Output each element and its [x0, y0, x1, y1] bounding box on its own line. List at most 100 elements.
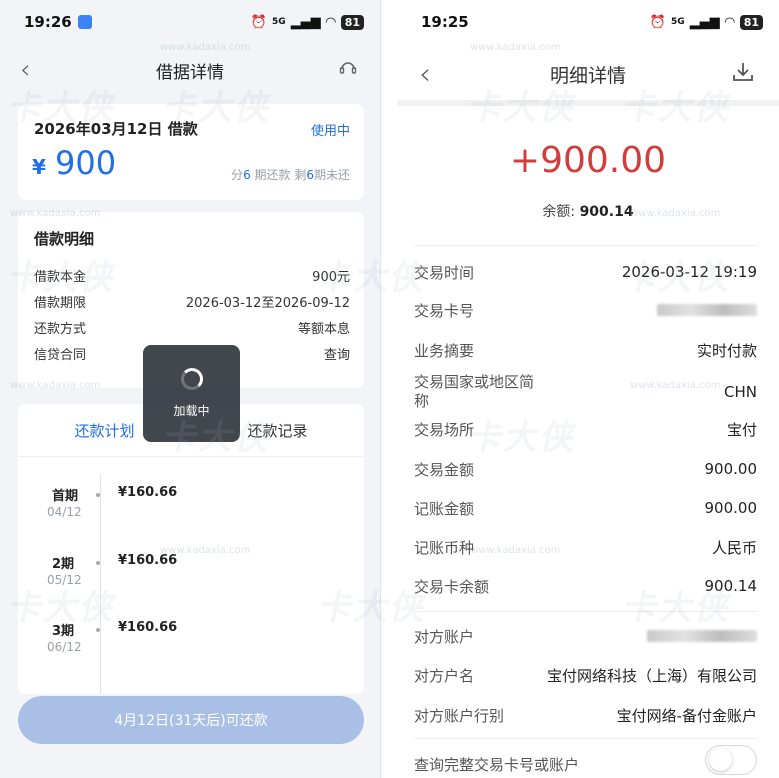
timeline-dot — [96, 628, 100, 632]
detail-row: 交易国家或地区简称 CHN — [414, 372, 757, 412]
masked-card-number — [657, 304, 757, 316]
installments-mid: 期还款 剩 — [250, 168, 307, 182]
tab-divider — [18, 456, 364, 457]
loan-detail-screen: 19:26 ⏰ 5G ▂▄▆ ◠ 81 ‹ 借据详情 2026年03月12日 借… — [0, 0, 381, 778]
detail-value: 900元 — [312, 269, 350, 285]
signal-icon: ▂▄▆ — [689, 14, 720, 30]
row-label: 业务摘要 — [414, 341, 475, 360]
row-label: 对方账户行别 — [414, 706, 505, 725]
loan-amount: ¥ 900 — [32, 144, 116, 182]
loan-summary-card: 2026年03月12日 借款 使用中 ¥ 900 分6 期还款 剩6期未还 — [18, 104, 364, 200]
plan-date: 04/12 — [47, 505, 82, 519]
row-value: 实时付款 — [696, 341, 757, 360]
alarm-icon: ⏰ — [250, 14, 268, 30]
signal-icon: ▂▄▆ — [290, 14, 321, 30]
plan-amount: ¥160.66 — [118, 553, 178, 568]
repay-button[interactable]: 4月12日(31天后)可还款 — [18, 696, 364, 744]
row-value: 宝付网络科技（上海）有限公司 — [546, 666, 757, 685]
detail-label: 借款期限 — [34, 295, 87, 311]
loading-spinner-icon — [180, 368, 203, 390]
detail-label: 借款本金 — [34, 269, 87, 285]
detail-row: 对方账户行别 宝付网络-备付金账户 — [414, 703, 757, 727]
loan-status-badge: 使用中 — [310, 124, 350, 139]
navigation-bar: ‹ 明细详情 — [397, 48, 779, 106]
status-time: 19:25 — [421, 13, 469, 31]
wifi-icon: ◠ — [724, 14, 735, 30]
loading-toast: 加载中 — [143, 345, 240, 442]
screenshot-stage: 19:26 ⏰ 5G ▂▄▆ ◠ 81 ‹ 借据详情 2026年03月12日 借… — [0, 0, 779, 778]
plan-item[interactable]: 3期 06/12 ¥160.66 — [32, 620, 352, 680]
download-icon[interactable] — [731, 60, 755, 89]
plan-date: 05/12 — [47, 573, 82, 587]
status-time: 19:26 — [24, 13, 72, 31]
plan-item[interactable]: 首期 04/12 ¥160.66 — [32, 485, 352, 545]
plan-period: 2期 — [52, 557, 75, 572]
row-value: 宝付 — [726, 420, 757, 439]
plan-amount: ¥160.66 — [118, 620, 178, 635]
back-chevron-icon[interactable]: ‹ — [20, 55, 30, 85]
battery-icon: 81 — [340, 14, 364, 30]
detail-row: 交易金额 900.00 — [414, 457, 757, 481]
row-value: 900.14 — [704, 577, 758, 595]
timeline-dot — [96, 561, 100, 565]
row-value: CHN — [724, 383, 757, 401]
transaction-amount: +900.00 — [509, 140, 667, 181]
detail-row: 借款本金 900元 — [34, 262, 350, 288]
row-label: 对方账户 — [414, 627, 475, 646]
page-title: 借据详情 — [156, 62, 224, 83]
detail-row: 交易卡号 — [414, 298, 757, 322]
row-label: 交易时间 — [414, 263, 475, 282]
plan-amount: ¥160.66 — [118, 485, 178, 500]
detail-row: 对方户名 宝付网络科技（上海）有限公司 — [414, 663, 757, 687]
row-label: 交易场所 — [414, 420, 475, 439]
transaction-detail-screen: 19:25 ⏰ 5G ▂▄▆ ◠ 81 ‹ 明细详情 +900.00 余额: 9… — [397, 0, 779, 778]
row-value: 人民币 — [711, 538, 757, 557]
detail-value: 等额本息 — [297, 321, 350, 337]
app-notification-icon — [77, 15, 92, 29]
detail-row: 记账金额 900.00 — [414, 496, 757, 520]
row-label: 查询完整交易卡号或账户 — [414, 755, 580, 774]
divider — [414, 738, 757, 739]
detail-value: 2026-03-12至2026-09-12 — [185, 295, 350, 311]
detail-row: 业务摘要 实时付款 — [414, 338, 757, 362]
show-full-account-toggle[interactable] — [705, 745, 757, 775]
installments-prefix: 分 — [231, 168, 244, 182]
row-label: 交易金额 — [414, 460, 475, 479]
detail-row: 交易时间 2026-03-12 19:19 — [414, 260, 757, 284]
page-title: 明细详情 — [549, 64, 626, 87]
row-label: 交易国家或地区简称 — [414, 373, 535, 410]
detail-row: 对方账户 — [414, 624, 757, 648]
installment-summary: 分6 期还款 剩6期未还 — [231, 166, 350, 183]
signal-label: 5G — [671, 17, 685, 27]
detail-row: 借款期限 2026-03-12至2026-09-12 — [34, 288, 350, 314]
signal-label: 5G — [272, 17, 286, 27]
contract-query-link[interactable]: 查询 — [324, 344, 350, 363]
timeline-dot — [96, 493, 100, 497]
row-value: 2026-03-12 19:19 — [621, 263, 757, 281]
row-label: 记账币种 — [414, 538, 475, 557]
balance-line: 余额: 900.14 — [397, 201, 779, 221]
masked-account-number — [647, 630, 757, 642]
status-bar: 19:26 ⏰ 5G ▂▄▆ ◠ 81 — [0, 0, 380, 44]
plan-period: 首期 — [52, 489, 79, 504]
installments-total: 6 — [243, 168, 251, 182]
balance-value: 900.14 — [579, 204, 634, 220]
installments-suffix: 期未还 — [313, 168, 350, 182]
row-label: 交易卡余额 — [414, 577, 490, 596]
battery-icon: 81 — [739, 14, 763, 30]
back-chevron-icon[interactable]: ‹ — [419, 57, 431, 92]
row-label: 记账金额 — [414, 499, 475, 518]
loan-date-title: 2026年03月12日 借款 — [34, 120, 198, 138]
balance-label: 余额: — [542, 204, 580, 220]
row-label: 交易卡号 — [414, 301, 475, 320]
customer-service-icon[interactable] — [338, 58, 358, 83]
detail-heading: 借款明细 — [34, 230, 95, 248]
plan-item[interactable]: 2期 05/12 ¥160.66 — [32, 553, 352, 613]
row-value: 900.00 — [704, 460, 758, 478]
detail-row: 记账币种 人民币 — [414, 535, 757, 559]
plan-date: 06/12 — [47, 640, 82, 654]
status-bar: 19:25 ⏰ 5G ▂▄▆ ◠ 81 — [397, 0, 779, 44]
row-value: 宝付网络-备付金账户 — [616, 706, 757, 725]
detail-row: 交易卡余额 900.14 — [414, 574, 757, 598]
detail-label: 还款方式 — [34, 321, 87, 337]
